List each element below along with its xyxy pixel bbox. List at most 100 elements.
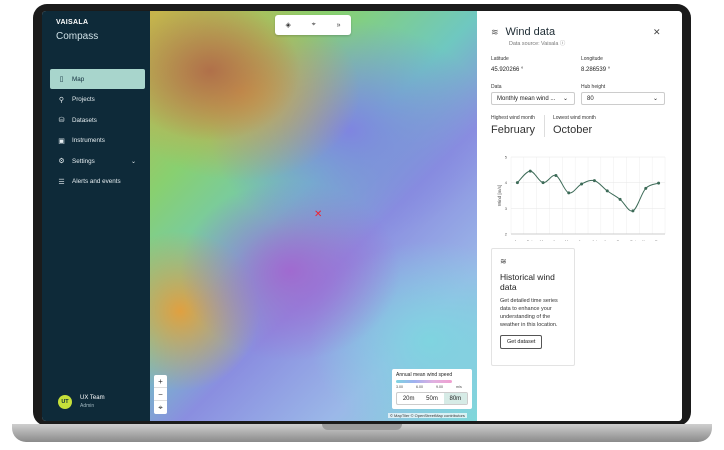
x-tick-label: Mar — [540, 239, 548, 241]
data-point — [541, 181, 545, 185]
y-tick-label: 4 — [505, 180, 508, 185]
x-tick-label: Jul — [592, 239, 597, 241]
hub-20m-button[interactable]: 20m — [397, 393, 420, 404]
data-source: Data source: Vaisala — [509, 41, 559, 47]
user-role: Admin — [80, 403, 95, 409]
product-name: Compass — [56, 31, 99, 42]
sidebar-item-settings[interactable]: ⚙ Settings ⌄ — [50, 151, 145, 171]
locate-icon[interactable]: ⌖ — [154, 401, 167, 414]
latitude-label: Latitude — [491, 56, 509, 62]
hub-80m-button[interactable]: 80m — [443, 393, 467, 404]
user-name: UX Team — [80, 395, 105, 401]
zoom-out-button[interactable]: − — [154, 388, 167, 401]
x-tick-label: Jan — [514, 239, 520, 241]
data-label: Data — [491, 84, 502, 90]
y-tick-label: 3 — [505, 206, 508, 211]
brand-logo: VAISALA — [56, 19, 89, 26]
x-tick-label: Nov — [642, 239, 649, 241]
sidebar-item-map[interactable]: ▯ Map — [50, 69, 145, 89]
y-axis-label: Wind [m/s] — [497, 185, 502, 206]
x-tick-label: Sep — [617, 239, 625, 241]
screen: VAISALA Compass ▯ Map ⚲ Projects ⛁ Datasets… — [42, 11, 682, 421]
x-tick-label: May — [565, 239, 573, 241]
layers-icon[interactable]: ◈ — [285, 21, 290, 29]
wind-icon: ≋ — [491, 26, 499, 37]
user-menu[interactable]: UT UX Team Admin — [58, 395, 105, 409]
zoom-in-button[interactable]: + — [154, 375, 167, 388]
x-tick-label: Aug — [604, 239, 611, 241]
map-icon: ▯ — [59, 76, 64, 83]
sidebar-item-alerts[interactable]: ☰ Alerts and events — [50, 172, 145, 192]
list-icon: ☰ — [58, 178, 65, 186]
wind-data-panel: ≋ Wind data Data source: Vaisala ⓘ ✕ Lati… — [477, 11, 682, 421]
legend-tick: 3.00 — [396, 385, 403, 389]
legend-tick: 9.00 — [436, 385, 443, 389]
data-select[interactable]: Monthly mean wind ... ⌄ — [491, 92, 575, 105]
database-icon: ⛁ — [58, 117, 65, 125]
latitude-value: 45.920266 ° — [491, 67, 524, 73]
wind-chart: 2 3 4 5 Jan Feb Mar Apr May Jun Jul Aug Sep Oct Nov Dec… — [497, 155, 666, 241]
close-icon[interactable]: ✕ — [653, 27, 661, 38]
expand-icon[interactable]: » — [337, 22, 341, 29]
longitude-label: Longitude — [581, 56, 603, 62]
label: Alerts and events — [72, 178, 121, 186]
hub-height-value: 80 — [587, 96, 594, 102]
map-attribution[interactable]: © MapTiler © OpenStreetMap contributors — [388, 413, 467, 418]
label: Datasets — [72, 116, 97, 124]
data-select-value: Monthly mean wind ... — [497, 96, 556, 102]
data-point — [592, 179, 596, 183]
data-point — [644, 186, 648, 190]
get-dataset-button[interactable]: Get dataset — [500, 335, 543, 349]
legend-color-bar — [396, 380, 452, 383]
card-title: Historical wind data — [500, 272, 555, 292]
x-tick-label: Apr — [553, 239, 560, 241]
divider — [544, 115, 545, 137]
historical-card: ≋ Historical wind data Get detailed time… — [491, 248, 575, 366]
data-point — [631, 209, 635, 213]
zoom-controls: + − ⌖ — [154, 375, 167, 414]
avatar: UT — [58, 395, 72, 409]
x-tick-label: Feb — [527, 239, 535, 241]
highest-month: February — [491, 124, 536, 136]
legend-title: Annual mean wind speed — [396, 372, 453, 378]
data-point — [605, 189, 609, 193]
panel-title: Wind data — [505, 26, 556, 38]
x-tick-label: Jun — [578, 239, 584, 241]
data-point — [580, 182, 584, 186]
label: Map — [72, 75, 85, 83]
wind-legend: Annual mean wind speed 3.00 6.00 9.00 m/s 2… — [392, 369, 472, 409]
y-tick-label: 2 — [505, 232, 508, 237]
hub-height-toggle: 20m 50m 80m — [396, 392, 468, 405]
gear-icon: ⚙ — [58, 158, 65, 166]
label: Settings — [72, 157, 95, 165]
legend-unit: m/s — [456, 385, 462, 389]
data-point — [567, 191, 571, 195]
label: Projects — [72, 96, 95, 104]
nav: ▯ Map ⚲ Projects ⛁ Datasets ▣ Instruments ⚙ S… — [50, 69, 145, 193]
sidebar-item-instruments[interactable]: ▣ Instruments — [50, 131, 145, 151]
data-point — [618, 197, 622, 201]
hub-height-select[interactable]: 80 ⌄ — [581, 92, 665, 105]
hub-50m-button[interactable]: 50m — [420, 393, 443, 404]
data-point — [657, 181, 661, 185]
chevron-down-icon: ⌄ — [652, 96, 658, 102]
instrument-icon: ▣ — [58, 137, 65, 145]
map-canvas[interactable]: ◈ ⌖ » ✕ + − ⌖ Annual mean wind speed 3.00 6… — [150, 11, 477, 421]
wind-icon: ≋ — [500, 257, 507, 266]
legend-tick: 6.00 — [416, 385, 423, 389]
x-tick-label: Dec — [655, 239, 662, 241]
data-point — [554, 173, 558, 177]
card-text: Get detailed time series data to enhance… — [500, 298, 558, 328]
sidebar-item-datasets[interactable]: ⛁ Datasets — [50, 110, 145, 130]
location-pin-icon[interactable]: ⌖ — [312, 21, 316, 29]
help-icon[interactable]: ⓘ — [560, 41, 565, 47]
laptop-notch — [322, 424, 402, 430]
lowest-label: Lowest wind month — [553, 115, 596, 121]
sidebar-item-projects[interactable]: ⚲ Projects — [50, 90, 145, 110]
location-marker-icon[interactable]: ✕ — [314, 209, 322, 220]
hub-height-label: Hub height — [581, 84, 606, 90]
data-point — [515, 181, 519, 185]
label: Instruments — [72, 137, 105, 145]
chevron-down-icon: ⌄ — [130, 158, 136, 165]
lowest-month: October — [553, 124, 593, 136]
